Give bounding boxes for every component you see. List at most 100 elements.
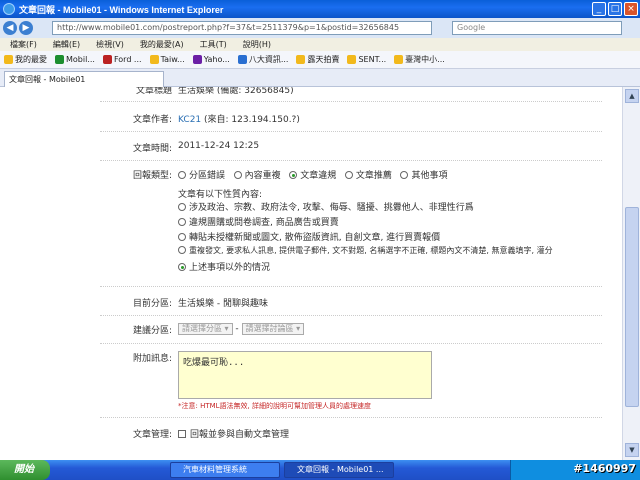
favorite-item[interactable]: 八大資訊... (237, 54, 288, 65)
type-options: 分區錯誤 內容重複 文章違規 文章推薦 其他事項 (178, 168, 447, 181)
time-value: 2011-12-24 12:25 (178, 141, 260, 151)
scroll-thumb[interactable] (625, 207, 639, 407)
favorites-bar: 我的最愛 Mobil... Ford ... Taiw... Yaho... 八… (0, 51, 640, 69)
site-icon (192, 55, 202, 64)
nature-option[interactable]: 重複發文, 要求私人訊息, 提供電子郵件, 文不對題, 名稱選字不正確, 標題內… (178, 245, 553, 256)
attach-label: 附加訊息: (132, 354, 172, 364)
address-bar[interactable]: http://www.mobile01.com/postreport.php?f… (52, 21, 432, 35)
nature-option[interactable]: 上述事項以外的情況 (178, 260, 270, 273)
manage-label: 文章管理: (132, 430, 172, 440)
radio-icon[interactable] (178, 246, 186, 254)
nature-option[interactable]: 違規團購或問卷調查, 商品廣告或買賣 (178, 215, 339, 228)
manage-option[interactable]: 回報並參與自動文章管理 (178, 427, 289, 440)
attach-note: *注意: HTML語法無效, 詳細的說明可幫加管理人員的處理速度 (178, 402, 372, 410)
favorite-item[interactable]: Taiw... (149, 55, 185, 64)
scroll-down-icon[interactable]: ▼ (625, 443, 639, 457)
type-option[interactable]: 內容重複 (233, 171, 281, 181)
system-tray: #1460997 (510, 460, 640, 480)
menu-tools[interactable]: 工具(T) (200, 39, 227, 50)
vertical-scrollbar[interactable]: ▲ ▼ (622, 87, 640, 460)
forum-select[interactable]: 請選擇分區 ▾ (178, 323, 233, 335)
start-button[interactable]: 開始 (0, 460, 50, 480)
watermark: #1460997 (573, 462, 636, 475)
type-label: 回報類型: (132, 171, 172, 181)
author-ip: (來自: 123.194.150.?) (204, 115, 300, 125)
favorite-item[interactable]: 我的最愛 (4, 54, 47, 65)
address-toolbar: ◀ ▶ http://www.mobile01.com/postreport.p… (0, 18, 640, 38)
divider (100, 343, 602, 344)
menu-bar: 檔案(F) 編輯(E) 檢視(V) 我的最愛(A) 工具(T) 說明(H) (0, 38, 640, 51)
site-icon (149, 55, 159, 64)
divider (100, 315, 602, 316)
menu-edit[interactable]: 編輯(E) (53, 39, 80, 50)
time-label: 文章時間: (132, 144, 172, 154)
forward-icon[interactable]: ▶ (19, 21, 33, 35)
author-label: 文章作者: (132, 115, 172, 125)
page-content: 文章標題 生活娛樂 (備處: 32656845) 文章作者: KC21 (來自:… (0, 87, 622, 460)
type-option[interactable]: 分區錯誤 (178, 171, 225, 181)
divider (100, 417, 602, 418)
type-option[interactable]: 文章推薦 (344, 171, 392, 181)
message-textarea[interactable]: 吃爆最可恥... (178, 351, 432, 399)
tab-strip: 文章回報 - Mobile01 (0, 69, 640, 87)
suggest-label: 建議分區: (132, 326, 172, 336)
radio-icon[interactable] (178, 263, 186, 271)
nature-heading: 文章有以下性質內容: (178, 190, 263, 200)
radio-icon[interactable] (178, 218, 186, 226)
star-icon (4, 55, 13, 64)
taskbar-app-ie[interactable]: 文章回報 - Mobile01 ... (284, 462, 394, 478)
nature-option[interactable]: 轉貼未授權新聞或圖文, 散佈盜版資訊, 自創文章, 進行買賣報價 (178, 230, 440, 243)
window-title: 文章回報 - Mobile01 - Windows Internet Explo… (19, 4, 224, 15)
title-label: 文章標題 (135, 87, 172, 96)
divider (100, 131, 602, 132)
site-icon (296, 55, 306, 64)
divider (100, 160, 602, 161)
ie-icon (3, 3, 15, 15)
favorite-item[interactable]: 臺灣中小... (394, 54, 445, 65)
radio-icon[interactable] (233, 171, 242, 179)
window-controls: _ □ × (592, 2, 638, 16)
forum-value: 生活娛樂 - 閒聊與趣味 (178, 299, 268, 309)
type-option[interactable]: 其他事項 (400, 171, 447, 181)
site-icon (102, 55, 112, 64)
site-icon (55, 55, 64, 64)
author-link[interactable]: KC21 (178, 115, 201, 125)
favorite-item[interactable]: 露天拍賣 (296, 54, 339, 65)
radio-icon[interactable] (178, 203, 186, 211)
radio-icon[interactable] (178, 233, 186, 241)
author-value: KC21 (來自: 123.194.150.?) (178, 112, 300, 125)
site-icon (394, 55, 404, 64)
site-icon (237, 55, 247, 64)
close-button[interactable]: × (624, 2, 638, 16)
title-bar: 文章回報 - Mobile01 - Windows Internet Explo… (0, 0, 640, 18)
menu-favorites[interactable]: 我的最愛(A) (140, 39, 184, 50)
board-select[interactable]: 請選擇討論區 ▾ (241, 323, 305, 335)
minimize-button[interactable]: _ (592, 2, 606, 16)
taskbar: 開始 汽車材料管理系統 文章回報 - Mobile01 ... #1460997 (0, 460, 640, 480)
maximize-button[interactable]: □ (608, 2, 622, 16)
type-option[interactable]: 文章違規 (289, 171, 336, 181)
scroll-up-icon[interactable]: ▲ (625, 89, 639, 103)
favorite-item[interactable]: SENT... (347, 55, 386, 64)
checkbox-icon[interactable] (178, 430, 186, 438)
taskbar-app-materials[interactable]: 汽車材料管理系統 (170, 462, 280, 478)
suggest-selects: 請選擇分區 ▾ - 請選擇討論區 ▾ (178, 323, 305, 335)
forum-label: 目前分區: (132, 299, 172, 309)
radio-icon[interactable] (178, 171, 186, 179)
radio-icon[interactable] (400, 171, 409, 179)
favorite-item[interactable]: Ford ... (102, 55, 142, 64)
divider (100, 101, 602, 102)
title-value: 生活娛樂 (備處: 32656845) (178, 87, 294, 96)
menu-file[interactable]: 檔案(F) (10, 39, 37, 50)
favorite-item[interactable]: Mobil... (55, 55, 95, 64)
radio-icon[interactable] (344, 171, 353, 179)
menu-view[interactable]: 檢視(V) (96, 39, 124, 50)
back-icon[interactable]: ◀ (3, 21, 17, 35)
site-icon (347, 55, 357, 64)
nature-option[interactable]: 涉及政治、宗教、政府法令, 攻擊、侮辱、騷擾、挑釁他人、非理性行爲 (178, 200, 474, 213)
tab-report[interactable]: 文章回報 - Mobile01 (4, 71, 164, 87)
radio-icon[interactable] (289, 171, 298, 179)
search-input[interactable]: Google (452, 21, 622, 35)
menu-help[interactable]: 說明(H) (243, 39, 271, 50)
favorite-item[interactable]: Yaho... (192, 55, 230, 64)
